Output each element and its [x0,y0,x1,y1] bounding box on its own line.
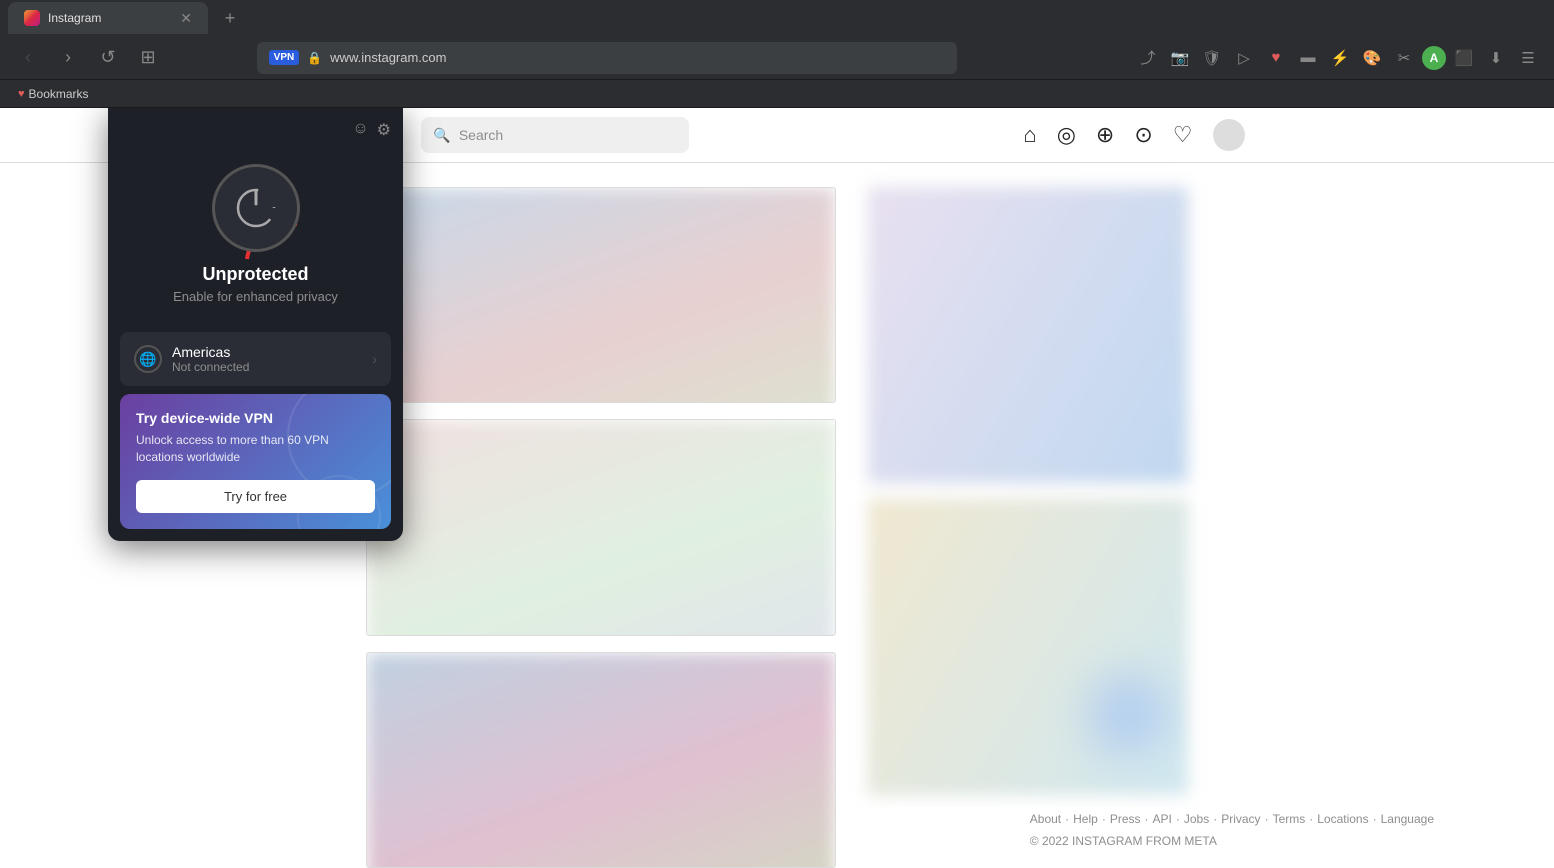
post-card-2 [366,419,836,635]
explore-nav-icon[interactable]: ⊙ [1134,122,1152,148]
shield-icon[interactable]: 🛡 [1198,44,1226,72]
side-post-2 [868,499,1188,795]
tab-bar: Instagram ✕ + [0,0,1554,36]
messenger-nav-icon[interactable]: ◎ [1057,122,1076,148]
bookmarks-label: Bookmarks [29,87,89,101]
page-content: Instagram 🔍 Search ⌂ ◎ ⊕ ⊙ ♡ [0,108,1554,868]
promo-title: Try device-wide VPN [136,410,375,426]
active-tab[interactable]: Instagram ✕ [8,2,208,34]
address-bar[interactable]: VPN 🔒 www.instagram.com [257,42,957,74]
promo-description: Unlock access to more than 60 VPN locati… [136,432,375,466]
forward-button[interactable]: › [52,42,84,74]
tab-title: Instagram [48,11,101,25]
footer-language[interactable]: Language [1381,812,1434,826]
location-arrow-icon: › [372,351,377,367]
emoji-icon[interactable]: ☺ [352,120,368,140]
menu-icon[interactable]: ☰ [1514,44,1542,72]
toolbar: ‹ › ↺ ⊞ VPN 🔒 www.instagram.com ⤴ 📷 🛡 ▷ … [0,36,1554,80]
power-button-container [212,164,300,252]
post-glow-effect [1087,674,1167,754]
bookmarks-bar: ♥ Bookmarks [0,80,1554,108]
globe-icon: 🌐 [134,345,162,373]
bookmark-heart-icon: ♥ [18,88,25,100]
scissors-icon[interactable]: ✂ [1390,44,1418,72]
footer-copyright: © 2022 INSTAGRAM FROM META [1030,834,1434,848]
post-image-2 [367,420,835,635]
add-nav-icon[interactable]: ⊕ [1096,122,1114,148]
heart-nav-icon[interactable]: ♡ [1173,122,1193,148]
new-tab-button[interactable]: + [216,4,244,32]
back-button[interactable]: ‹ [12,42,44,74]
try-for-free-button[interactable]: Try for free [136,480,375,513]
side-area [868,187,1188,868]
vpn-popup-header: ☺ ⚙ [120,120,391,140]
search-placeholder: Search [459,127,503,143]
extensions-icon[interactable]: ⬛ [1450,44,1478,72]
browser-chrome: Instagram ✕ + ‹ › ↺ ⊞ VPN 🔒 www.instagra… [0,0,1554,108]
post-image-1 [367,188,835,403]
footer-links: About · Help · Press · API · Jobs · Priv… [1030,812,1434,826]
location-info: Americas Not connected [172,344,362,374]
rectangle-icon[interactable]: ▬ [1294,44,1322,72]
account-icon[interactable]: A [1422,46,1446,70]
refresh-button[interactable]: ↺ [92,42,124,74]
footer-locations[interactable]: Locations [1317,812,1368,826]
lock-icon: 🔒 [307,51,322,65]
footer-jobs[interactable]: Jobs [1184,812,1209,826]
footer-api[interactable]: API [1153,812,1172,826]
vpn-promo-card: Try device-wide VPN Unlock access to mor… [120,394,391,529]
feed-area [366,187,836,868]
bookmarks-item[interactable]: ♥ Bookmarks [12,85,95,103]
main-area [366,163,1188,868]
location-status: Not connected [172,360,362,374]
instagram-search[interactable]: 🔍 Search [421,117,689,153]
share-icon[interactable]: ⤴ [1134,44,1162,72]
user-avatar[interactable] [1213,119,1245,151]
play-icon[interactable]: ▷ [1230,44,1258,72]
vpn-popup: ☺ ⚙ [108,108,403,541]
footer-about[interactable]: About [1030,812,1061,826]
home-nav-icon[interactable]: ⌂ [1023,122,1036,148]
footer-terms[interactable]: Terms [1273,812,1306,826]
heart-icon[interactable]: ♥ [1262,44,1290,72]
post-card-3 [366,652,836,868]
post-card-1 [366,187,836,403]
grid-button[interactable]: ⊞ [132,42,164,74]
vpn-badge: VPN [269,50,300,65]
location-name: Americas [172,344,362,360]
tab-favicon [24,10,40,26]
settings-icon[interactable]: ⚙ [377,120,391,140]
tab-close-button[interactable]: ✕ [180,10,192,27]
post-image-3 [367,653,835,868]
download-icon[interactable]: ⬇ [1482,44,1510,72]
search-icon: 🔍 [433,127,450,144]
side-post-1 [868,187,1188,483]
url-display: www.instagram.com [330,50,944,65]
instagram-footer: About · Help · Press · API · Jobs · Priv… [1030,812,1434,848]
instagram-nav-icons: ⌂ ◎ ⊕ ⊙ ♡ [1023,119,1244,151]
footer-help[interactable]: Help [1073,812,1098,826]
toolbar-icons: ⤴ 📷 🛡 ▷ ♥ ▬ ⚡ 🎨 ✂ A ⬛ ⬇ ☰ [1134,44,1542,72]
instagram-header-inner: Instagram 🔍 Search ⌂ ◎ ⊕ ⊙ ♡ [310,117,1245,153]
vpn-power-section: Unprotected Enable for enhanced privacy [120,148,391,324]
footer-privacy[interactable]: Privacy [1221,812,1260,826]
palette-icon[interactable]: 🎨 [1358,44,1386,72]
power-button[interactable] [212,164,300,252]
screenshot-icon[interactable]: 📷 [1166,44,1194,72]
lightning-icon[interactable]: ⚡ [1326,44,1354,72]
power-icon [234,186,278,230]
vpn-location-selector[interactable]: 🌐 Americas Not connected › [120,332,391,386]
vpn-status-subtitle: Enable for enhanced privacy [173,289,338,304]
footer-press[interactable]: Press [1110,812,1141,826]
